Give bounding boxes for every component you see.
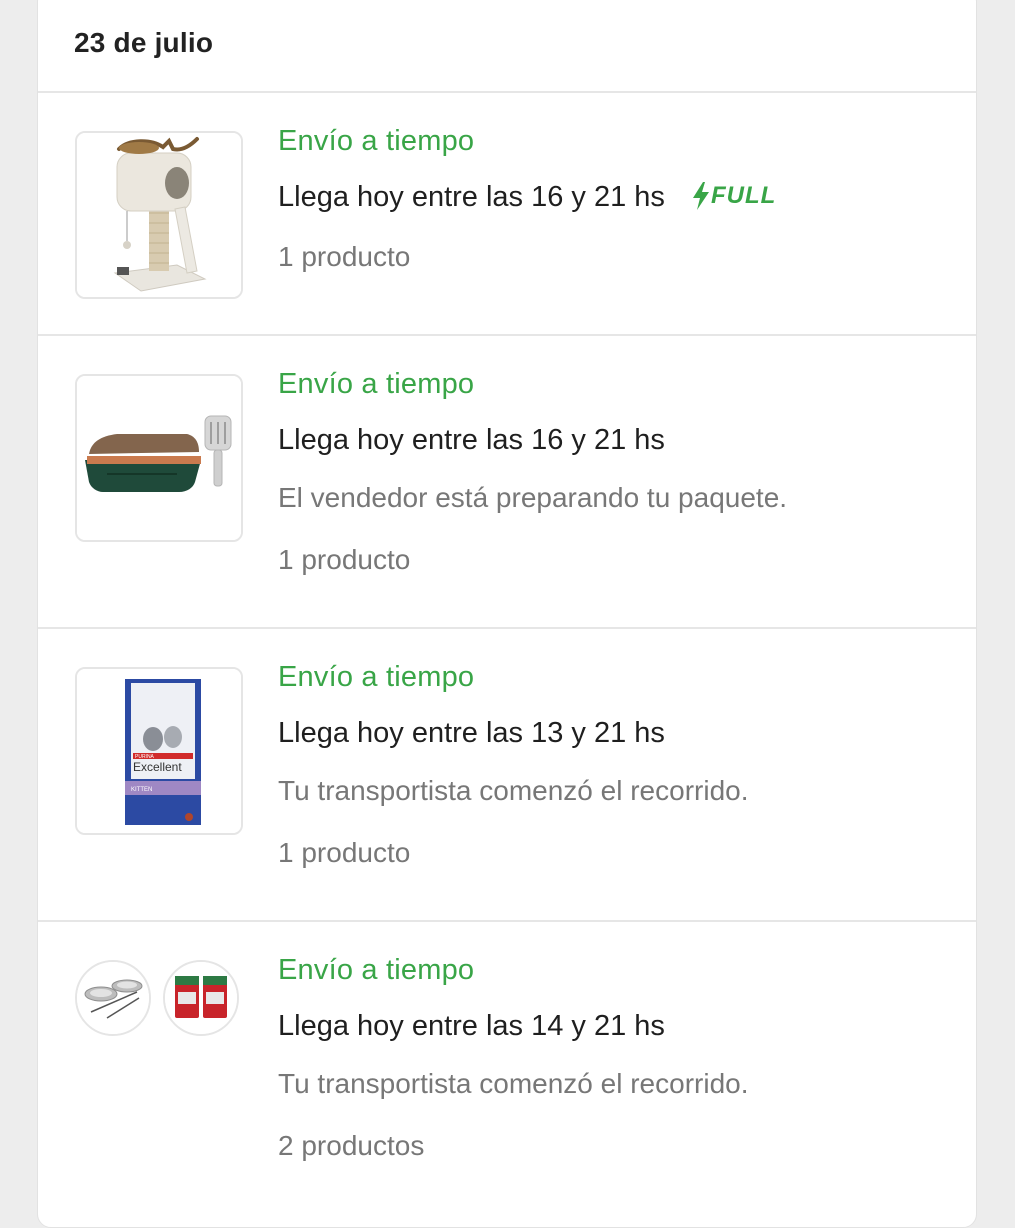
shipment-note: Tu transportista comenzó el recorrido. — [278, 775, 749, 806]
product-count: 1 producto — [278, 544, 411, 575]
shipment-status: Envío a tiempo — [278, 954, 475, 986]
delivery-eta: Llega hoy entre las 14 y 21 hs — [278, 1010, 665, 1042]
product-thumbnail[interactable] — [75, 374, 243, 542]
date-title: 23 de julio — [74, 27, 214, 58]
shipment-status: Envío a tiempo — [278, 661, 475, 693]
litter-bags-image — [165, 962, 237, 1034]
full-badge: FULL — [691, 182, 777, 211]
shipments-card: 23 de julio Envío a tiempo Llega hoy ent… — [37, 0, 977, 1228]
product-thumbnail[interactable]: PURINA Excellent KITTEN — [75, 667, 243, 835]
product-count: 1 producto — [278, 241, 411, 272]
shipment-note: Tu transportista comenzó el recorrido. — [278, 1068, 749, 1099]
delivery-eta-text: Llega hoy entre las 16 y 21 hs — [278, 181, 665, 213]
delivery-eta: Llega hoy entre las 13 y 21 hs — [278, 717, 665, 749]
delivery-eta: Llega hoy entre las 16 y 21 hs — [278, 424, 665, 456]
bowls-image — [77, 962, 149, 1034]
product-thumbnail[interactable] — [75, 131, 243, 299]
litter-box-image — [77, 376, 241, 540]
date-header: 23 de julio — [38, 0, 976, 93]
shipment-item[interactable]: Envío a tiempo Llega hoy entre las 14 y … — [38, 922, 976, 1227]
product-thumbnail[interactable] — [75, 960, 151, 1036]
package-brand: Excellent — [133, 760, 182, 774]
shipment-note: El vendedor está preparando tu paquete. — [278, 482, 788, 513]
shipment-item[interactable]: PURINA Excellent KITTEN Envío a tiempo L… — [38, 629, 976, 922]
shipment-status: Envío a tiempo — [278, 368, 475, 400]
shipment-item[interactable]: Envío a tiempo Llega hoy entre las 16 y … — [38, 93, 976, 336]
product-thumbnail[interactable] — [163, 960, 239, 1036]
cat-tree-image — [77, 133, 241, 297]
shipment-status: Envío a tiempo — [278, 125, 475, 157]
cat-food-bag-image: PURINA Excellent KITTEN — [77, 669, 241, 833]
lightning-icon — [693, 182, 709, 211]
full-badge-label: FULL — [711, 182, 777, 210]
package-variant: KITTEN — [131, 787, 152, 793]
delivery-eta: Llega hoy entre las 16 y 21 hs FULL — [278, 181, 776, 214]
product-count: 1 producto — [278, 837, 411, 868]
shipment-item[interactable]: Envío a tiempo Llega hoy entre las 16 y … — [38, 336, 976, 629]
product-count: 2 productos — [278, 1130, 425, 1161]
